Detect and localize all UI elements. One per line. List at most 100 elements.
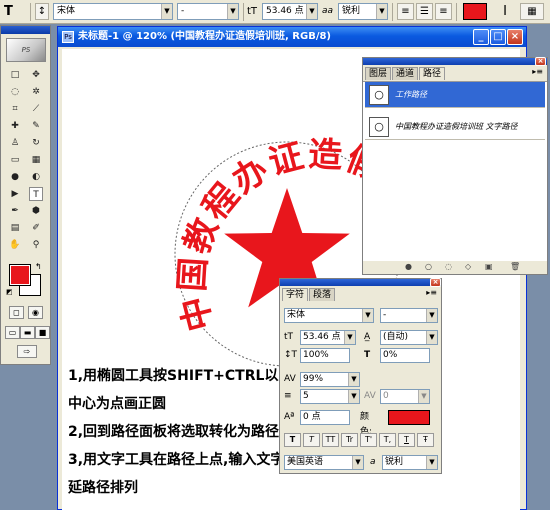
hand-tool-icon[interactable]: ✋ xyxy=(8,238,22,252)
tab-paths[interactable]: 路径 xyxy=(419,67,446,80)
align-right-icon[interactable]: ≡ xyxy=(435,3,452,20)
marquee-tool-icon[interactable]: □ xyxy=(8,68,22,82)
antialias-select[interactable]: 锐利 ▼ xyxy=(338,3,388,20)
baseline-shift-input[interactable]: 0 点 xyxy=(300,410,350,425)
char-color-swatch[interactable] xyxy=(388,410,430,425)
superscript-button[interactable]: T' xyxy=(360,433,377,447)
toolbox-titlebar[interactable] xyxy=(1,26,50,34)
new-path-icon[interactable]: ▣ xyxy=(485,262,493,272)
subscript-button[interactable]: T, xyxy=(379,433,396,447)
path-row[interactable]: ○ 中国教程办证造假培训班 文字路径 xyxy=(365,114,545,140)
close-button[interactable]: × xyxy=(507,29,523,45)
photoshop-logo-icon[interactable]: PS xyxy=(6,38,46,62)
warp-text-icon[interactable]: Ⅰ xyxy=(497,3,513,20)
document-titlebar[interactable]: 未标题-1 @ 120% (中国教程办证造假培训班, RGB/8) xyxy=(58,27,526,47)
faux-italic-button[interactable]: T xyxy=(303,433,320,447)
tab-channels[interactable]: 通道 xyxy=(392,67,419,80)
kerning-value: 99% xyxy=(303,374,324,384)
type-tool-preset-icon[interactable]: T xyxy=(4,3,26,20)
brush-tool-icon[interactable]: ✎ xyxy=(29,119,43,133)
instruction-line: 2,回到路径面板将选取转化为路径 xyxy=(68,424,280,440)
screen-mode-full-icon[interactable]: ■ xyxy=(35,326,50,339)
notes-tool-icon[interactable]: ▤ xyxy=(8,221,22,235)
minimize-button[interactable]: _ xyxy=(473,29,489,45)
vertical-scale-input[interactable]: 100% xyxy=(300,348,350,363)
all-caps-button[interactable]: TT xyxy=(322,433,339,447)
blur-tool-icon[interactable]: ● xyxy=(8,170,22,184)
foreground-color-swatch[interactable] xyxy=(9,264,31,286)
faux-bold-button[interactable]: T xyxy=(284,433,301,447)
separator xyxy=(30,3,31,21)
panel-titlebar[interactable] xyxy=(363,58,547,65)
move-tool-icon[interactable]: ✥ xyxy=(29,68,43,82)
text-color-swatch[interactable] xyxy=(463,3,487,20)
eraser-tool-icon[interactable]: ▭ xyxy=(8,153,22,167)
tab-layers[interactable]: 图层 xyxy=(365,67,392,80)
panel-menu-icon[interactable]: ▸≡ xyxy=(532,67,543,76)
jump-to-imageready-icon[interactable]: ⇨ xyxy=(17,345,37,358)
tab-paragraph[interactable]: 段落 xyxy=(309,288,336,301)
align-center-icon[interactable]: ☰ xyxy=(416,3,433,20)
shape-tool-icon[interactable]: ⬢ xyxy=(29,204,43,218)
baseline-shift-icon: Aª xyxy=(284,412,295,422)
default-colors-icon[interactable]: ◩ xyxy=(6,288,13,296)
history-brush-tool-icon[interactable]: ↻ xyxy=(29,136,43,150)
gradient-tool-icon[interactable]: ▦ xyxy=(29,153,43,167)
align-left-icon[interactable]: ≡ xyxy=(397,3,414,20)
swap-colors-icon[interactable]: ↰ xyxy=(35,262,42,271)
instruction-line: 延路径排列 xyxy=(68,480,138,496)
healing-brush-tool-icon[interactable]: ✚ xyxy=(8,119,22,133)
stroke-path-icon[interactable]: ○ xyxy=(425,262,432,272)
text-orientation-icon[interactable]: ↕ xyxy=(35,3,49,20)
char-font-style-select[interactable]: - ▼ xyxy=(380,308,438,323)
fill-path-icon[interactable]: ● xyxy=(405,262,412,272)
screen-mode-full-menu-icon[interactable]: ▬ xyxy=(20,326,35,339)
tracking-value: 5 xyxy=(303,391,309,401)
path-row[interactable]: ○ 工作路径 xyxy=(365,82,545,108)
lasso-tool-icon[interactable]: ◌ xyxy=(8,85,22,99)
instruction-line: 1,用椭圆工具按SHIFT+CTRL以五星 xyxy=(68,368,307,384)
tab-character[interactable]: 字符 xyxy=(282,288,309,301)
maximize-button[interactable]: □ xyxy=(490,29,506,45)
delete-path-icon[interactable]: 🗑 xyxy=(510,262,520,272)
horizontal-scale-input[interactable]: 0% xyxy=(380,348,430,363)
panel-close-button[interactable]: × xyxy=(535,57,546,66)
document-title: 未标题-1 @ 120% (中国教程办证造假培训班, RGB/8) xyxy=(78,31,332,42)
kerning-input[interactable]: 99% ▼ xyxy=(300,372,360,387)
strikethrough-button[interactable]: Ŧ xyxy=(417,433,434,447)
language-select[interactable]: 美国英语 ▼ xyxy=(284,455,364,470)
pen-tool-icon[interactable]: ✒ xyxy=(8,204,22,218)
quick-mask-icon[interactable]: ◉ xyxy=(28,306,43,319)
screen-mode-standard-icon[interactable]: ▭ xyxy=(5,326,20,339)
panel-menu-icon[interactable]: ▸≡ xyxy=(426,288,437,297)
slice-tool-icon[interactable]: ⟋ xyxy=(29,102,43,116)
path-selection-tool-icon[interactable]: ▶ xyxy=(8,187,22,201)
dodge-tool-icon[interactable]: ◐ xyxy=(29,170,43,184)
char-font-size-input[interactable]: 53.46 点 ▼ xyxy=(300,330,356,345)
eyedropper-tool-icon[interactable]: ✐ xyxy=(29,221,43,235)
font-family-select[interactable]: 宋体 ▼ xyxy=(53,3,173,20)
tracking-input[interactable]: 5 ▼ xyxy=(300,389,360,404)
palettes-button[interactable]: ▦ xyxy=(520,3,544,20)
panel-titlebar[interactable] xyxy=(280,279,441,286)
make-work-path-icon[interactable]: ◇ xyxy=(465,262,471,272)
standard-mode-icon[interactable]: ◻ xyxy=(9,306,24,319)
small-caps-button[interactable]: Tr xyxy=(341,433,358,447)
magic-wand-tool-icon[interactable]: ✲ xyxy=(29,85,43,99)
leading-input[interactable]: (自动) ▼ xyxy=(380,330,438,345)
crop-tool-icon[interactable]: ⌗ xyxy=(8,102,22,116)
clone-stamp-tool-icon[interactable]: ♙ xyxy=(8,136,22,150)
char-font-family-select[interactable]: 宋体 ▼ xyxy=(284,308,374,323)
chevron-down-icon: ▼ xyxy=(348,373,359,386)
char-antialias-select[interactable]: 锐利 ▼ xyxy=(382,455,438,470)
load-selection-icon[interactable]: ◌ xyxy=(445,262,452,272)
document-icon[interactable]: Ps xyxy=(62,31,74,43)
font-style-select[interactable]: - ▼ xyxy=(177,3,239,20)
panel-close-button[interactable]: × xyxy=(430,278,441,287)
tracking-alt-input[interactable]: 0 ▼ xyxy=(380,389,430,404)
options-bar: T ↕ 宋体 ▼ - ▼ tT 53.46 点 ▼ aa 锐利 ▼ ≡ ☰ ≡ … xyxy=(0,0,550,24)
type-tool-icon[interactable]: T xyxy=(29,187,43,201)
font-size-input[interactable]: 53.46 点 ▼ xyxy=(262,3,318,20)
underline-button[interactable]: T xyxy=(398,433,415,447)
zoom-tool-icon[interactable]: ⚲ xyxy=(29,238,43,252)
